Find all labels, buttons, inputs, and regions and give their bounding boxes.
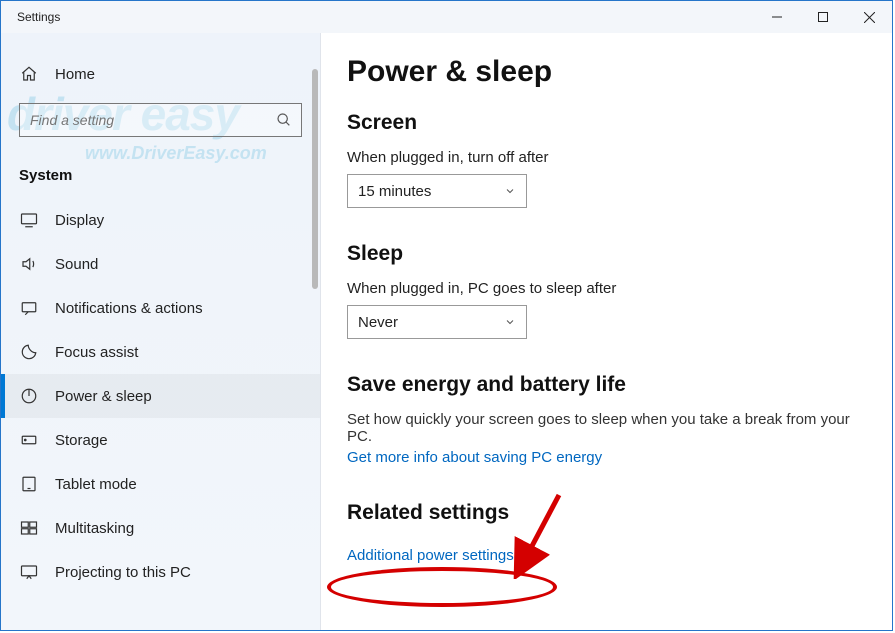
maximize-button[interactable]: [800, 1, 846, 33]
sidebar-item-label: Power & sleep: [55, 388, 152, 405]
category-header: System: [1, 155, 320, 198]
close-icon: [864, 12, 875, 23]
minimize-button[interactable]: [754, 1, 800, 33]
sidebar-item-label: Notifications & actions: [55, 300, 203, 317]
minimize-icon: [772, 12, 782, 22]
home-button[interactable]: Home: [1, 55, 320, 93]
tablet-icon: [19, 475, 39, 493]
sidebar-item-label: Storage: [55, 432, 108, 449]
close-button[interactable]: [846, 1, 892, 33]
energy-info-link[interactable]: Get more info about saving PC energy: [347, 449, 602, 466]
sidebar-scrollbar[interactable]: [312, 69, 318, 289]
home-label: Home: [55, 66, 95, 83]
energy-heading: Save energy and battery life: [347, 373, 866, 397]
screen-timeout-value: 15 minutes: [358, 183, 431, 200]
display-icon: [19, 211, 39, 229]
sidebar-item-label: Display: [55, 212, 104, 229]
sidebar-item-label: Sound: [55, 256, 98, 273]
multitasking-icon: [19, 519, 39, 537]
chevron-down-icon: [504, 185, 516, 197]
home-icon: [19, 65, 39, 83]
search-input[interactable]: [19, 103, 302, 137]
projecting-icon: [19, 563, 39, 581]
page-title: Power & sleep: [347, 55, 866, 89]
sleep-field-label: When plugged in, PC goes to sleep after: [347, 280, 866, 297]
content-pane: Power & sleep Screen When plugged in, tu…: [321, 33, 892, 630]
sidebar-item-label: Projecting to this PC: [55, 564, 191, 581]
sidebar-item-power-sleep[interactable]: Power & sleep: [1, 374, 320, 418]
sleep-timeout-dropdown[interactable]: Never: [347, 305, 527, 339]
sleep-heading: Sleep: [347, 242, 866, 266]
maximize-icon: [818, 12, 828, 22]
search-icon: [276, 112, 292, 128]
sidebar-item-sound[interactable]: Sound: [1, 242, 320, 286]
sound-icon: [19, 255, 39, 273]
screen-heading: Screen: [347, 111, 866, 135]
focus-assist-icon: [19, 343, 39, 361]
window-title: Settings: [17, 10, 60, 24]
sidebar-item-display[interactable]: Display: [1, 198, 320, 242]
additional-power-settings-link[interactable]: Additional power settings: [347, 547, 514, 564]
nav-list: Display Sound Notifications & actions Fo…: [1, 198, 320, 594]
energy-body-text: Set how quickly your screen goes to slee…: [347, 411, 866, 445]
search-button[interactable]: [272, 108, 296, 132]
sidebar-item-storage[interactable]: Storage: [1, 418, 320, 462]
search-container: [1, 93, 320, 155]
sidebar-item-tablet-mode[interactable]: Tablet mode: [1, 462, 320, 506]
storage-icon: [19, 431, 39, 449]
sidebar-item-multitasking[interactable]: Multitasking: [1, 506, 320, 550]
notifications-icon: [19, 299, 39, 317]
sleep-timeout-value: Never: [358, 314, 398, 331]
sidebar: driver easy www.DriverEasy.com Home Syst…: [1, 33, 321, 630]
sidebar-item-label: Multitasking: [55, 520, 134, 537]
chevron-down-icon: [504, 316, 516, 328]
sidebar-item-focus-assist[interactable]: Focus assist: [1, 330, 320, 374]
sidebar-item-label: Focus assist: [55, 344, 138, 361]
search-box: [19, 103, 302, 137]
sidebar-item-label: Tablet mode: [55, 476, 137, 493]
screen-timeout-dropdown[interactable]: 15 minutes: [347, 174, 527, 208]
window-body: driver easy www.DriverEasy.com Home Syst…: [1, 33, 892, 630]
sidebar-item-projecting[interactable]: Projecting to this PC: [1, 550, 320, 594]
power-icon: [19, 387, 39, 405]
related-heading: Related settings: [347, 501, 866, 525]
titlebar-left: Settings: [1, 10, 60, 24]
titlebar: Settings: [1, 1, 892, 33]
window-controls: [754, 1, 892, 33]
sidebar-item-notifications[interactable]: Notifications & actions: [1, 286, 320, 330]
settings-window: Settings driver easy www.DriverEasy.com …: [0, 0, 893, 631]
screen-field-label: When plugged in, turn off after: [347, 149, 866, 166]
